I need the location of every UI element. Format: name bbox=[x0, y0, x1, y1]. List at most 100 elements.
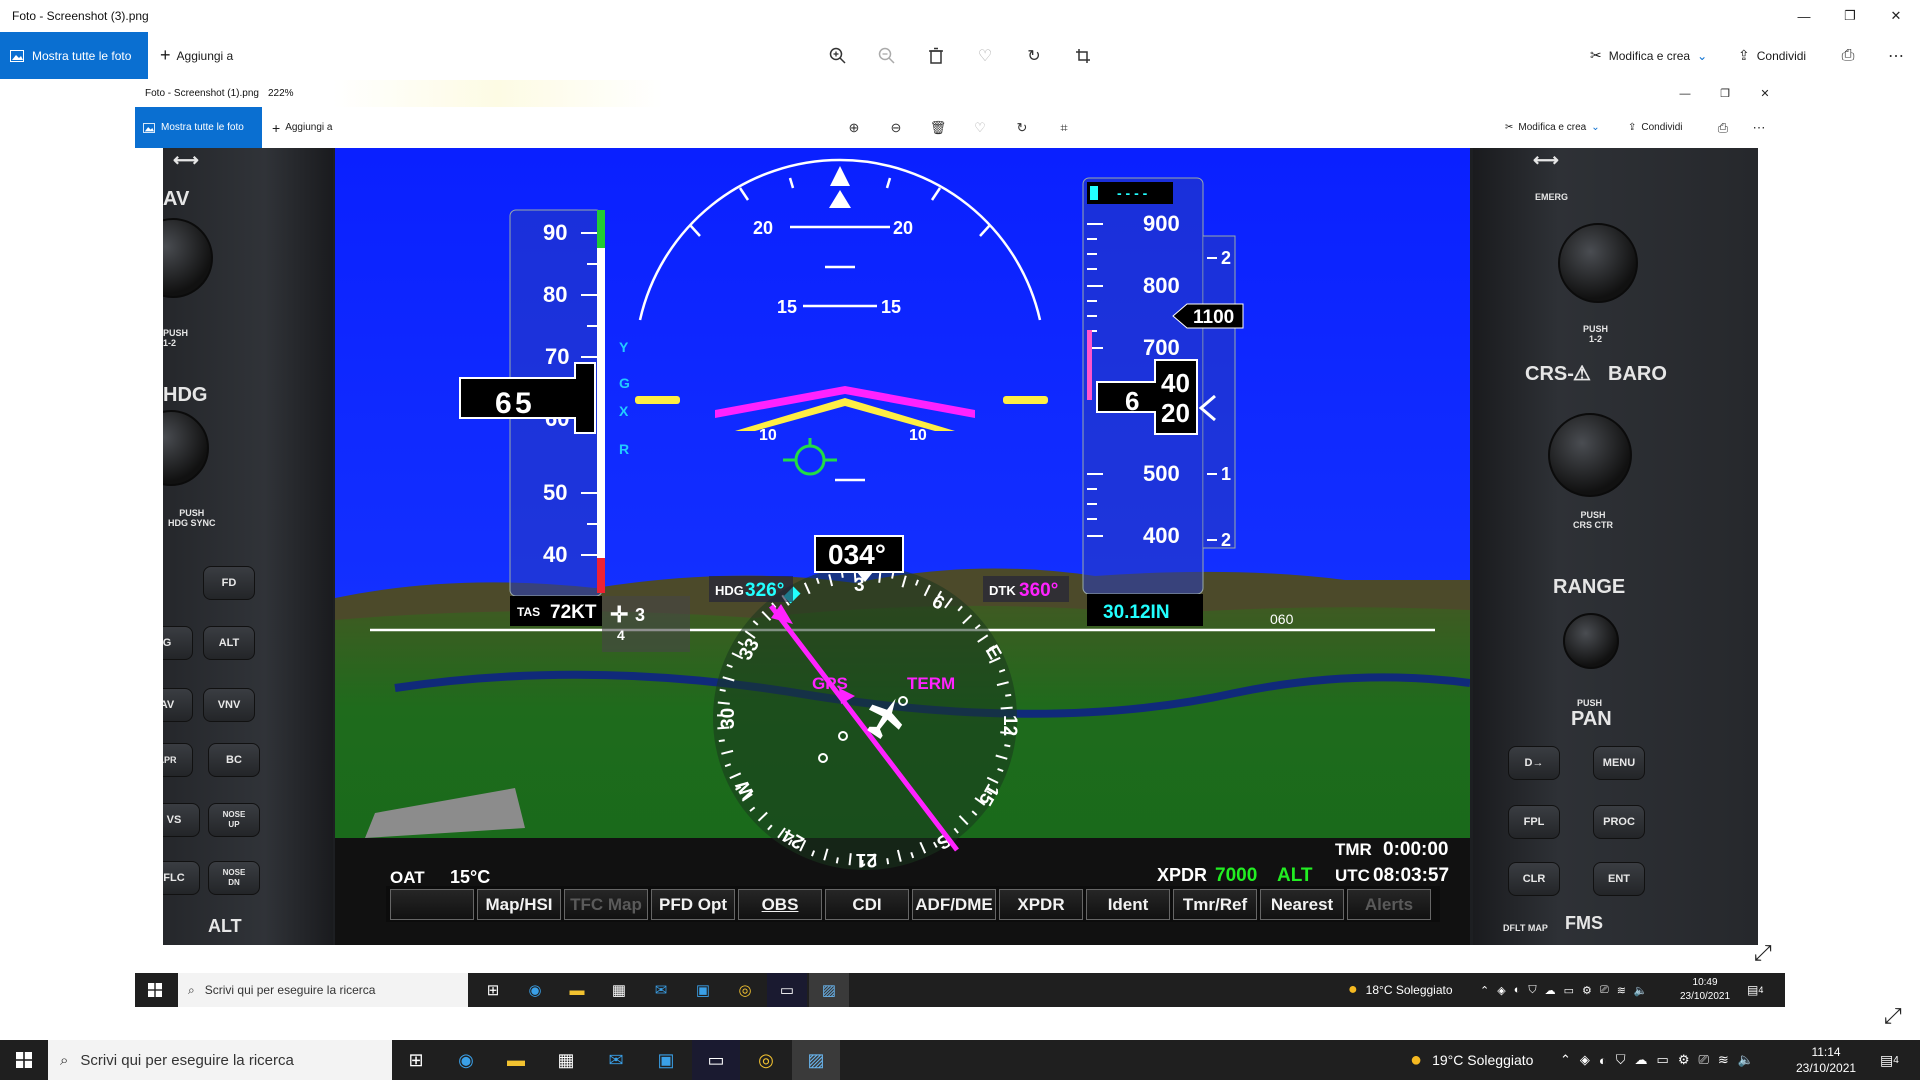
nav-com-knob[interactable] bbox=[1558, 223, 1638, 303]
inner-share-button[interactable]: ⇪ Condividi bbox=[1628, 107, 1683, 148]
print-icon[interactable]: ⎙ bbox=[1830, 32, 1866, 79]
nose-up-button[interactable]: NOSE UP bbox=[208, 803, 260, 837]
edit-create-button[interactable]: ✂ Modifica e crea ⌄ bbox=[1590, 32, 1707, 79]
inner-restore-button[interactable]: ❐ bbox=[1705, 80, 1745, 107]
volume-icon[interactable]: 🔈 bbox=[1634, 984, 1648, 997]
proc-button[interactable]: PROC bbox=[1593, 805, 1645, 839]
left-av-button[interactable]: AV bbox=[163, 688, 193, 722]
softkey-ident[interactable]: Ident bbox=[1086, 889, 1170, 920]
softkey-adf-dme[interactable]: ADF/DME bbox=[912, 889, 996, 920]
crop-icon[interactable] bbox=[1065, 32, 1101, 79]
volume-icon[interactable]: 🔈 bbox=[1738, 1052, 1754, 1068]
tray-icon[interactable]: ⚙ bbox=[1582, 984, 1592, 997]
tray-icon[interactable]: ◈ bbox=[1580, 1052, 1590, 1068]
start-button[interactable] bbox=[0, 1040, 48, 1080]
inner-favorite-icon[interactable]: ♡ bbox=[966, 107, 994, 148]
softkey-nearest[interactable]: Nearest bbox=[1260, 889, 1344, 920]
chevron-up-icon[interactable]: ⌃ bbox=[1480, 984, 1489, 997]
edge-icon[interactable]: ◉ bbox=[442, 1040, 490, 1080]
crs-baro-knob[interactable] bbox=[1548, 413, 1632, 497]
inner-zoom-in-icon[interactable]: ⊕ bbox=[840, 107, 868, 148]
softkey-tmr-ref[interactable]: Tmr/Ref bbox=[1173, 889, 1257, 920]
softkey-1[interactable] bbox=[390, 889, 474, 920]
inner-search-box[interactable]: ⌕ Scrivi qui per eseguire la ricerca bbox=[178, 973, 468, 1007]
favorite-icon[interactable]: ♡ bbox=[967, 32, 1003, 79]
add-to-button[interactable]: + Aggiungi a bbox=[160, 32, 233, 79]
tray-icon[interactable]: ◐ bbox=[1599, 1053, 1607, 1068]
inner-close-button[interactable]: ✕ bbox=[1745, 80, 1785, 107]
outer-fullscreen-icon[interactable]: ⤢ bbox=[1884, 1003, 1902, 1029]
chrome-icon[interactable]: ◎ bbox=[725, 973, 765, 1007]
softkey-cdi[interactable]: CDI bbox=[825, 889, 909, 920]
range-knob[interactable] bbox=[1563, 613, 1619, 669]
inner-print-icon[interactable]: ⎙ bbox=[1709, 107, 1737, 148]
tray-icon[interactable]: ⛉ bbox=[1616, 1052, 1626, 1068]
softkey-alerts[interactable]: Alerts bbox=[1347, 889, 1431, 920]
zoom-in-icon[interactable] bbox=[820, 32, 856, 79]
nose-dn-button[interactable]: NOSE DN bbox=[208, 861, 260, 895]
edge-icon[interactable]: ◉ bbox=[515, 973, 555, 1007]
app-icon[interactable]: ▣ bbox=[642, 1040, 690, 1080]
app-icon[interactable]: ▣ bbox=[683, 973, 723, 1007]
inner-fullscreen-icon[interactable]: ⤢ bbox=[1754, 940, 1772, 966]
close-button[interactable]: ✕ bbox=[1873, 0, 1919, 32]
flight-sim-icon[interactable]: ▭ bbox=[767, 973, 807, 1007]
minimize-button[interactable]: — bbox=[1781, 0, 1827, 32]
rotate-icon[interactable]: ↻ bbox=[1016, 32, 1052, 79]
inner-crop-icon[interactable]: ⌗ bbox=[1050, 107, 1078, 148]
notification-button[interactable]: ▤ 4 bbox=[1880, 1040, 1899, 1080]
inner-delete-icon[interactable]: 🗑 bbox=[924, 107, 952, 148]
nav-knob[interactable] bbox=[163, 218, 213, 298]
alt-button[interactable]: ALT bbox=[203, 626, 255, 660]
tray-icon[interactable]: ⚙ bbox=[1678, 1052, 1690, 1068]
weather[interactable]: ● 19°C Soleggiato bbox=[1410, 1040, 1533, 1080]
bc-button[interactable]: BC bbox=[208, 743, 260, 777]
mail-icon[interactable]: ✉ bbox=[641, 973, 681, 1007]
softkey-map-hsi[interactable]: Map/HSI bbox=[477, 889, 561, 920]
wifi-icon[interactable]: ≋ bbox=[1617, 984, 1626, 997]
direct-to-button[interactable]: D→ bbox=[1508, 746, 1560, 780]
flc-button[interactable]: FLC bbox=[163, 861, 200, 895]
inner-clock[interactable]: 10:49 23/10/2021 bbox=[1680, 976, 1730, 1004]
store-icon[interactable]: ▦ bbox=[599, 973, 639, 1007]
inner-zoom-out-icon[interactable]: ⊖ bbox=[882, 107, 910, 148]
task-view-icon[interactable]: ⊞ bbox=[392, 1040, 440, 1080]
restore-button[interactable]: ❐ bbox=[1827, 0, 1873, 32]
wifi-icon[interactable]: ≋ bbox=[1718, 1052, 1729, 1068]
task-view-icon[interactable]: ⊞ bbox=[473, 973, 513, 1007]
more-icon[interactable]: ⋯ bbox=[1878, 32, 1914, 79]
file-explorer-icon[interactable]: ▬ bbox=[492, 1040, 540, 1080]
inner-add-to-button[interactable]: + Aggiungi a bbox=[272, 107, 332, 148]
share-button[interactable]: ⇪ Condividi bbox=[1738, 32, 1806, 79]
tray-icon[interactable]: ⎚ bbox=[1600, 984, 1609, 997]
vnv-button[interactable]: VNV bbox=[203, 688, 255, 722]
clr-button[interactable]: CLR bbox=[1508, 862, 1560, 896]
battery-icon[interactable]: ▭ bbox=[1657, 1052, 1669, 1068]
chevron-up-icon[interactable]: ⌃ bbox=[1560, 1052, 1571, 1068]
inner-start-button[interactable] bbox=[135, 973, 175, 1007]
delete-icon[interactable] bbox=[918, 32, 954, 79]
file-explorer-icon[interactable]: ▬ bbox=[557, 973, 597, 1007]
photos-app-icon[interactable]: ▨ bbox=[792, 1040, 840, 1080]
zoom-out-icon[interactable] bbox=[869, 32, 905, 79]
hdg-knob[interactable] bbox=[163, 410, 209, 486]
flight-sim-icon[interactable]: ▭ bbox=[692, 1040, 740, 1080]
fpl-button[interactable]: FPL bbox=[1508, 805, 1560, 839]
fd-button[interactable]: FD bbox=[203, 566, 255, 600]
search-box[interactable]: ⌕ Scrivi qui per eseguire la ricerca bbox=[48, 1040, 392, 1080]
softkey-pfd-opt[interactable]: PFD Opt bbox=[651, 889, 735, 920]
left-g-button[interactable]: G bbox=[163, 626, 193, 660]
apr-button[interactable]: APR bbox=[163, 743, 193, 777]
inner-show-all-button[interactable]: Mostra tutte le foto bbox=[135, 107, 262, 148]
tray-icon[interactable]: ◐ bbox=[1514, 984, 1521, 996]
tray-icon[interactable]: ◈ bbox=[1497, 984, 1505, 997]
menu-button[interactable]: MENU bbox=[1593, 746, 1645, 780]
softkey-xpdr[interactable]: XPDR bbox=[999, 889, 1083, 920]
inner-edit-create-button[interactable]: ✂ Modifica e crea ⌄ bbox=[1505, 107, 1600, 148]
show-all-photos-button[interactable]: Mostra tutte le foto bbox=[0, 32, 148, 79]
chrome-icon[interactable]: ◎ bbox=[742, 1040, 790, 1080]
clock[interactable]: 11:14 23/10/2021 bbox=[1796, 1044, 1856, 1076]
softkey-tfc-map[interactable]: TFC Map bbox=[564, 889, 648, 920]
store-icon[interactable]: ▦ bbox=[542, 1040, 590, 1080]
cloud-icon[interactable]: ☁ bbox=[1545, 984, 1556, 997]
